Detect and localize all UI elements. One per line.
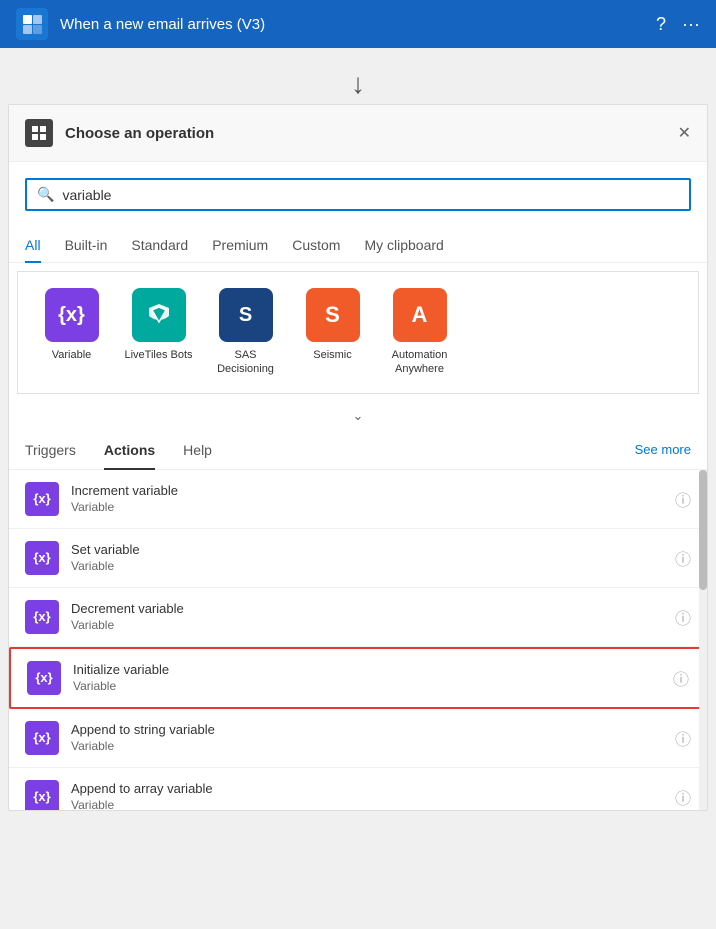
down-arrow-icon: ↓ [351,68,365,100]
tab-premium[interactable]: Premium [212,227,268,263]
append-string-variable-info-icon[interactable]: ⓘ [675,726,691,750]
append-array-variable-sub: Variable [71,798,663,810]
action-increment-variable[interactable]: {x} Increment variable Variable ⓘ [9,470,707,529]
search-icon: 🔍 [37,186,54,203]
connector-seismic-label: Seismic [313,348,352,362]
connector-automation-label: Automation Anywhere [382,348,457,377]
connector-livetiles[interactable]: LiveTiles Bots [121,288,196,362]
action-set-variable[interactable]: {x} Set variable Variable ⓘ [9,529,707,588]
initialize-variable-name: Initialize variable [73,662,661,677]
append-array-variable-text: Append to array variable Variable [71,781,663,810]
connector-automation[interactable]: A Automation Anywhere [382,288,457,377]
set-variable-info-icon[interactable]: ⓘ [675,546,691,570]
collapse-row[interactable]: ⌄ [9,402,707,430]
append-string-variable-icon: {x} [25,721,59,755]
decrement-variable-icon: {x} [25,600,59,634]
subtab-help[interactable]: Help [183,430,212,470]
increment-variable-info-icon[interactable]: ⓘ [675,487,691,511]
append-string-variable-sub: Variable [71,739,663,753]
see-more-link[interactable]: See more [635,442,691,457]
connectors-section: {x} Variable LiveTiles Bots S SAS Decisi… [17,271,699,394]
chevron-down-icon: ⌄ [353,408,364,424]
seismic-icon: S [306,288,360,342]
action-list: {x} Increment variable Variable ⓘ {x} Se… [9,470,707,810]
initialize-variable-info-icon[interactable]: ⓘ [673,666,689,690]
action-list-inner: {x} Increment variable Variable ⓘ {x} Se… [9,470,707,810]
connector-seismic[interactable]: S Seismic [295,288,370,362]
set-variable-sub: Variable [71,559,663,573]
set-variable-name: Set variable [71,542,663,557]
livetiles-icon [132,288,186,342]
close-button[interactable]: ✕ [678,123,691,143]
tab-custom[interactable]: Custom [292,227,340,263]
sub-tabs-bar: Triggers Actions Help See more [9,430,707,470]
panel-header-icon [25,119,53,147]
connectors-grid: {x} Variable LiveTiles Bots S SAS Decisi… [34,288,682,377]
connector-sas[interactable]: S SAS Decisioning [208,288,283,377]
append-array-variable-icon: {x} [25,780,59,810]
sas-icon: S [219,288,273,342]
tab-clipboard[interactable]: My clipboard [364,227,443,263]
decrement-variable-text: Decrement variable Variable [71,601,663,632]
initialize-variable-text: Initialize variable Variable [73,662,661,693]
help-button[interactable]: ? [656,15,666,33]
connector-variable[interactable]: {x} Variable [34,288,109,362]
action-append-string-variable[interactable]: {x} Append to string variable Variable ⓘ [9,709,707,768]
decrement-variable-name: Decrement variable [71,601,663,616]
connector-variable-label: Variable [52,348,92,362]
increment-variable-icon: {x} [25,482,59,516]
action-initialize-variable[interactable]: {x} Initialize variable Variable ⓘ [9,647,707,709]
append-string-variable-name: Append to string variable [71,722,663,737]
initialize-variable-icon: {x} [27,661,61,695]
set-variable-icon: {x} [25,541,59,575]
decrement-variable-info-icon[interactable]: ⓘ [675,605,691,629]
action-append-array-variable[interactable]: {x} Append to array variable Variable ⓘ [9,768,707,810]
search-box: 🔍 [25,178,691,211]
tabs-bar: All Built-in Standard Premium Custom My … [9,227,707,263]
subtab-triggers[interactable]: Triggers [25,430,76,470]
action-decrement-variable[interactable]: {x} Decrement variable Variable ⓘ [9,588,707,647]
increment-variable-sub: Variable [71,500,663,514]
initialize-variable-sub: Variable [73,679,661,693]
tab-standard[interactable]: Standard [131,227,188,263]
append-array-variable-name: Append to array variable [71,781,663,796]
top-bar-actions: ? ··· [656,15,700,33]
append-array-variable-info-icon[interactable]: ⓘ [675,785,691,809]
automation-icon: A [393,288,447,342]
operation-panel: Choose an operation ✕ 🔍 All Built-in Sta… [8,104,708,811]
connector-livetiles-label: LiveTiles Bots [124,348,192,362]
tab-builtin[interactable]: Built-in [65,227,108,263]
connector-sas-label: SAS Decisioning [208,348,283,377]
more-button[interactable]: ··· [682,15,700,33]
append-string-variable-text: Append to string variable Variable [71,722,663,753]
increment-variable-text: Increment variable Variable [71,483,663,514]
app-icon [16,8,48,40]
panel-header: Choose an operation ✕ [9,105,707,162]
set-variable-text: Set variable Variable [71,542,663,573]
search-area: 🔍 [9,162,707,227]
scrollbar-track [699,470,707,810]
search-input[interactable] [62,187,679,203]
decrement-variable-sub: Variable [71,618,663,632]
flow-arrow: ↓ [0,48,716,104]
flow-title: When a new email arrives (V3) [60,16,644,33]
variable-icon: {x} [45,288,99,342]
panel-title: Choose an operation [65,125,666,142]
tab-all[interactable]: All [25,227,41,263]
top-bar: When a new email arrives (V3) ? ··· [0,0,716,48]
subtab-actions[interactable]: Actions [104,430,155,470]
scrollbar-thumb[interactable] [699,470,707,590]
increment-variable-name: Increment variable [71,483,663,498]
